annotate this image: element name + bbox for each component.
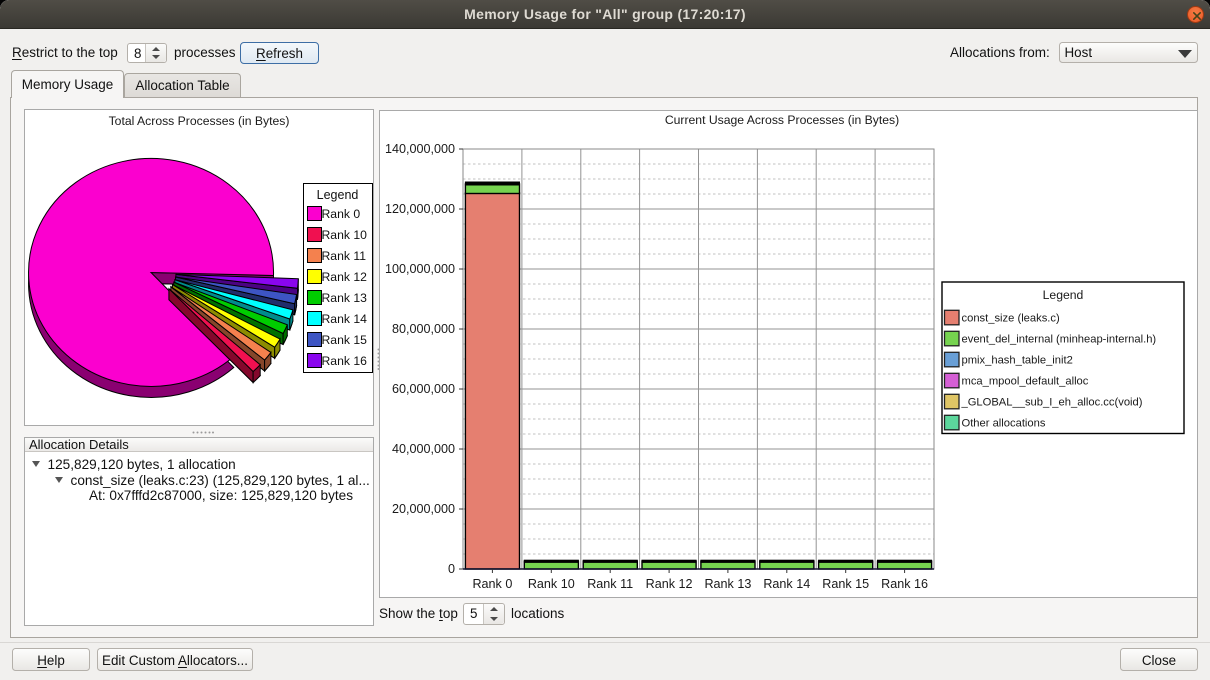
svg-text:Rank 0: Rank 0: [472, 577, 512, 591]
svg-text:const_size (leaks.c): const_size (leaks.c): [962, 313, 1061, 325]
svg-text:Rank 13: Rank 13: [704, 577, 751, 591]
svg-text:Rank 16: Rank 16: [881, 577, 928, 591]
svg-text:Rank 14: Rank 14: [763, 577, 810, 591]
svg-text:20,000,000: 20,000,000: [392, 502, 455, 516]
svg-text:Rank 11: Rank 11: [587, 577, 633, 591]
svg-text:120,000,000: 120,000,000: [385, 202, 455, 216]
svg-text:_GLOBAL__sub_I_eh_alloc.cc(voi: _GLOBAL__sub_I_eh_alloc.cc(void): [961, 397, 1143, 409]
svg-text:Rank 10: Rank 10: [528, 577, 575, 591]
svg-text:pmix_hash_table_init2: pmix_hash_table_init2: [962, 355, 1073, 367]
svg-text:Rank 15: Rank 15: [822, 577, 869, 591]
svg-text:80,000,000: 80,000,000: [392, 322, 455, 336]
svg-text:Current Usage Across Processes: Current Usage Across Processes (in Bytes…: [665, 113, 899, 127]
svg-text:Legend: Legend: [1043, 288, 1084, 302]
svg-text:140,000,000: 140,000,000: [385, 142, 455, 156]
svg-text:Rank 12: Rank 12: [646, 577, 693, 591]
svg-text:40,000,000: 40,000,000: [392, 442, 455, 456]
svg-text:100,000,000: 100,000,000: [385, 262, 455, 276]
svg-text:mca_mpool_default_alloc: mca_mpool_default_alloc: [962, 376, 1089, 388]
svg-text:0: 0: [448, 562, 455, 576]
svg-text:60,000,000: 60,000,000: [392, 382, 455, 396]
svg-text:event_del_internal (minheap-in: event_del_internal (minheap-internal.h): [962, 334, 1157, 346]
svg-text:Other allocations: Other allocations: [962, 418, 1046, 430]
